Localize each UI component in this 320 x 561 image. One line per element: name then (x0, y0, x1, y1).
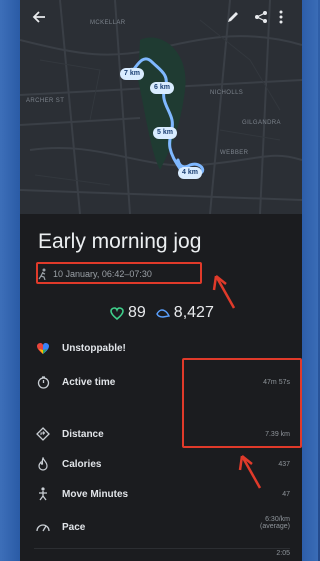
metric-row-calories[interactable]: Calories 437 (34, 454, 302, 474)
edit-button[interactable] (226, 10, 246, 30)
map-label: WEBBER (220, 150, 249, 156)
map-label: ARCHER ST (26, 98, 65, 104)
steps-value: 8,427 (173, 304, 214, 321)
map-canvas (20, 0, 302, 214)
metric-label: Pace (62, 521, 86, 533)
more-button[interactable] (278, 10, 298, 30)
metric-value: 6:30/km (average) (260, 516, 290, 530)
metric-row-unstoppable[interactable]: Unstoppable! (34, 338, 302, 358)
metric-label: Distance (62, 428, 104, 440)
metric-value: 47 (282, 490, 290, 498)
metric-value: 437 (278, 460, 290, 468)
km-badge-7: 7 km (120, 68, 144, 80)
km-badge-4: 4 km (178, 167, 202, 179)
metric-label: Active time (62, 376, 116, 388)
activity-title: Early morning jog (38, 230, 202, 253)
metric-row-move-minutes[interactable]: Move Minutes 47 (34, 484, 302, 504)
map-label: NICHOLLS (210, 90, 244, 96)
divider (34, 548, 290, 549)
arrow-left-icon (32, 11, 45, 23)
metric-row-pace[interactable]: Pace 6:30/km (average) (34, 514, 302, 540)
steps-icon (156, 309, 170, 318)
heart-points-stat: 89 (110, 304, 146, 322)
share-button[interactable] (254, 10, 274, 30)
steps-stat: 8,427 (156, 304, 214, 322)
stats-row: 89 8,427 (110, 304, 214, 322)
walk-icon (34, 485, 52, 503)
footer-value: 2:05 (276, 550, 290, 557)
map-label: GILGANDRA (242, 120, 281, 126)
heart-points-value: 89 (128, 304, 146, 321)
metric-value: 7.39 km (265, 430, 290, 438)
heart-multicolor-icon (34, 339, 52, 357)
activity-details: Early morning jog 10 January, 06:42–07:3… (20, 214, 302, 561)
route-map[interactable]: 7 km 6 km 5 km 4 km ARCHER ST NICHOLLS W… (20, 0, 302, 214)
flame-icon (34, 455, 52, 473)
km-badge-6: 6 km (150, 82, 174, 94)
timer-icon (34, 373, 52, 391)
map-label: MCKELLAR (90, 20, 126, 26)
pace-value: 6:30/km (265, 516, 290, 523)
highlight-box-date (36, 262, 202, 284)
km-badge-5: 5 km (153, 127, 177, 139)
pencil-icon (228, 12, 238, 22)
background-left (0, 0, 20, 561)
share-icon (255, 11, 267, 23)
pace-icon (34, 518, 52, 536)
distance-icon (34, 425, 52, 443)
background-right (302, 0, 318, 561)
back-button[interactable] (32, 10, 52, 30)
metric-label: Move Minutes (62, 488, 129, 500)
metric-label: Calories (62, 458, 102, 470)
pace-note: (average) (260, 523, 290, 530)
more-vert-icon (279, 10, 283, 24)
metric-row-distance[interactable]: Distance 7.39 km (34, 424, 302, 444)
heart-outline-icon (110, 306, 124, 320)
activity-screen: 7 km 6 km 5 km 4 km ARCHER ST NICHOLLS W… (20, 0, 302, 561)
metric-label: Unstoppable! (62, 342, 126, 354)
